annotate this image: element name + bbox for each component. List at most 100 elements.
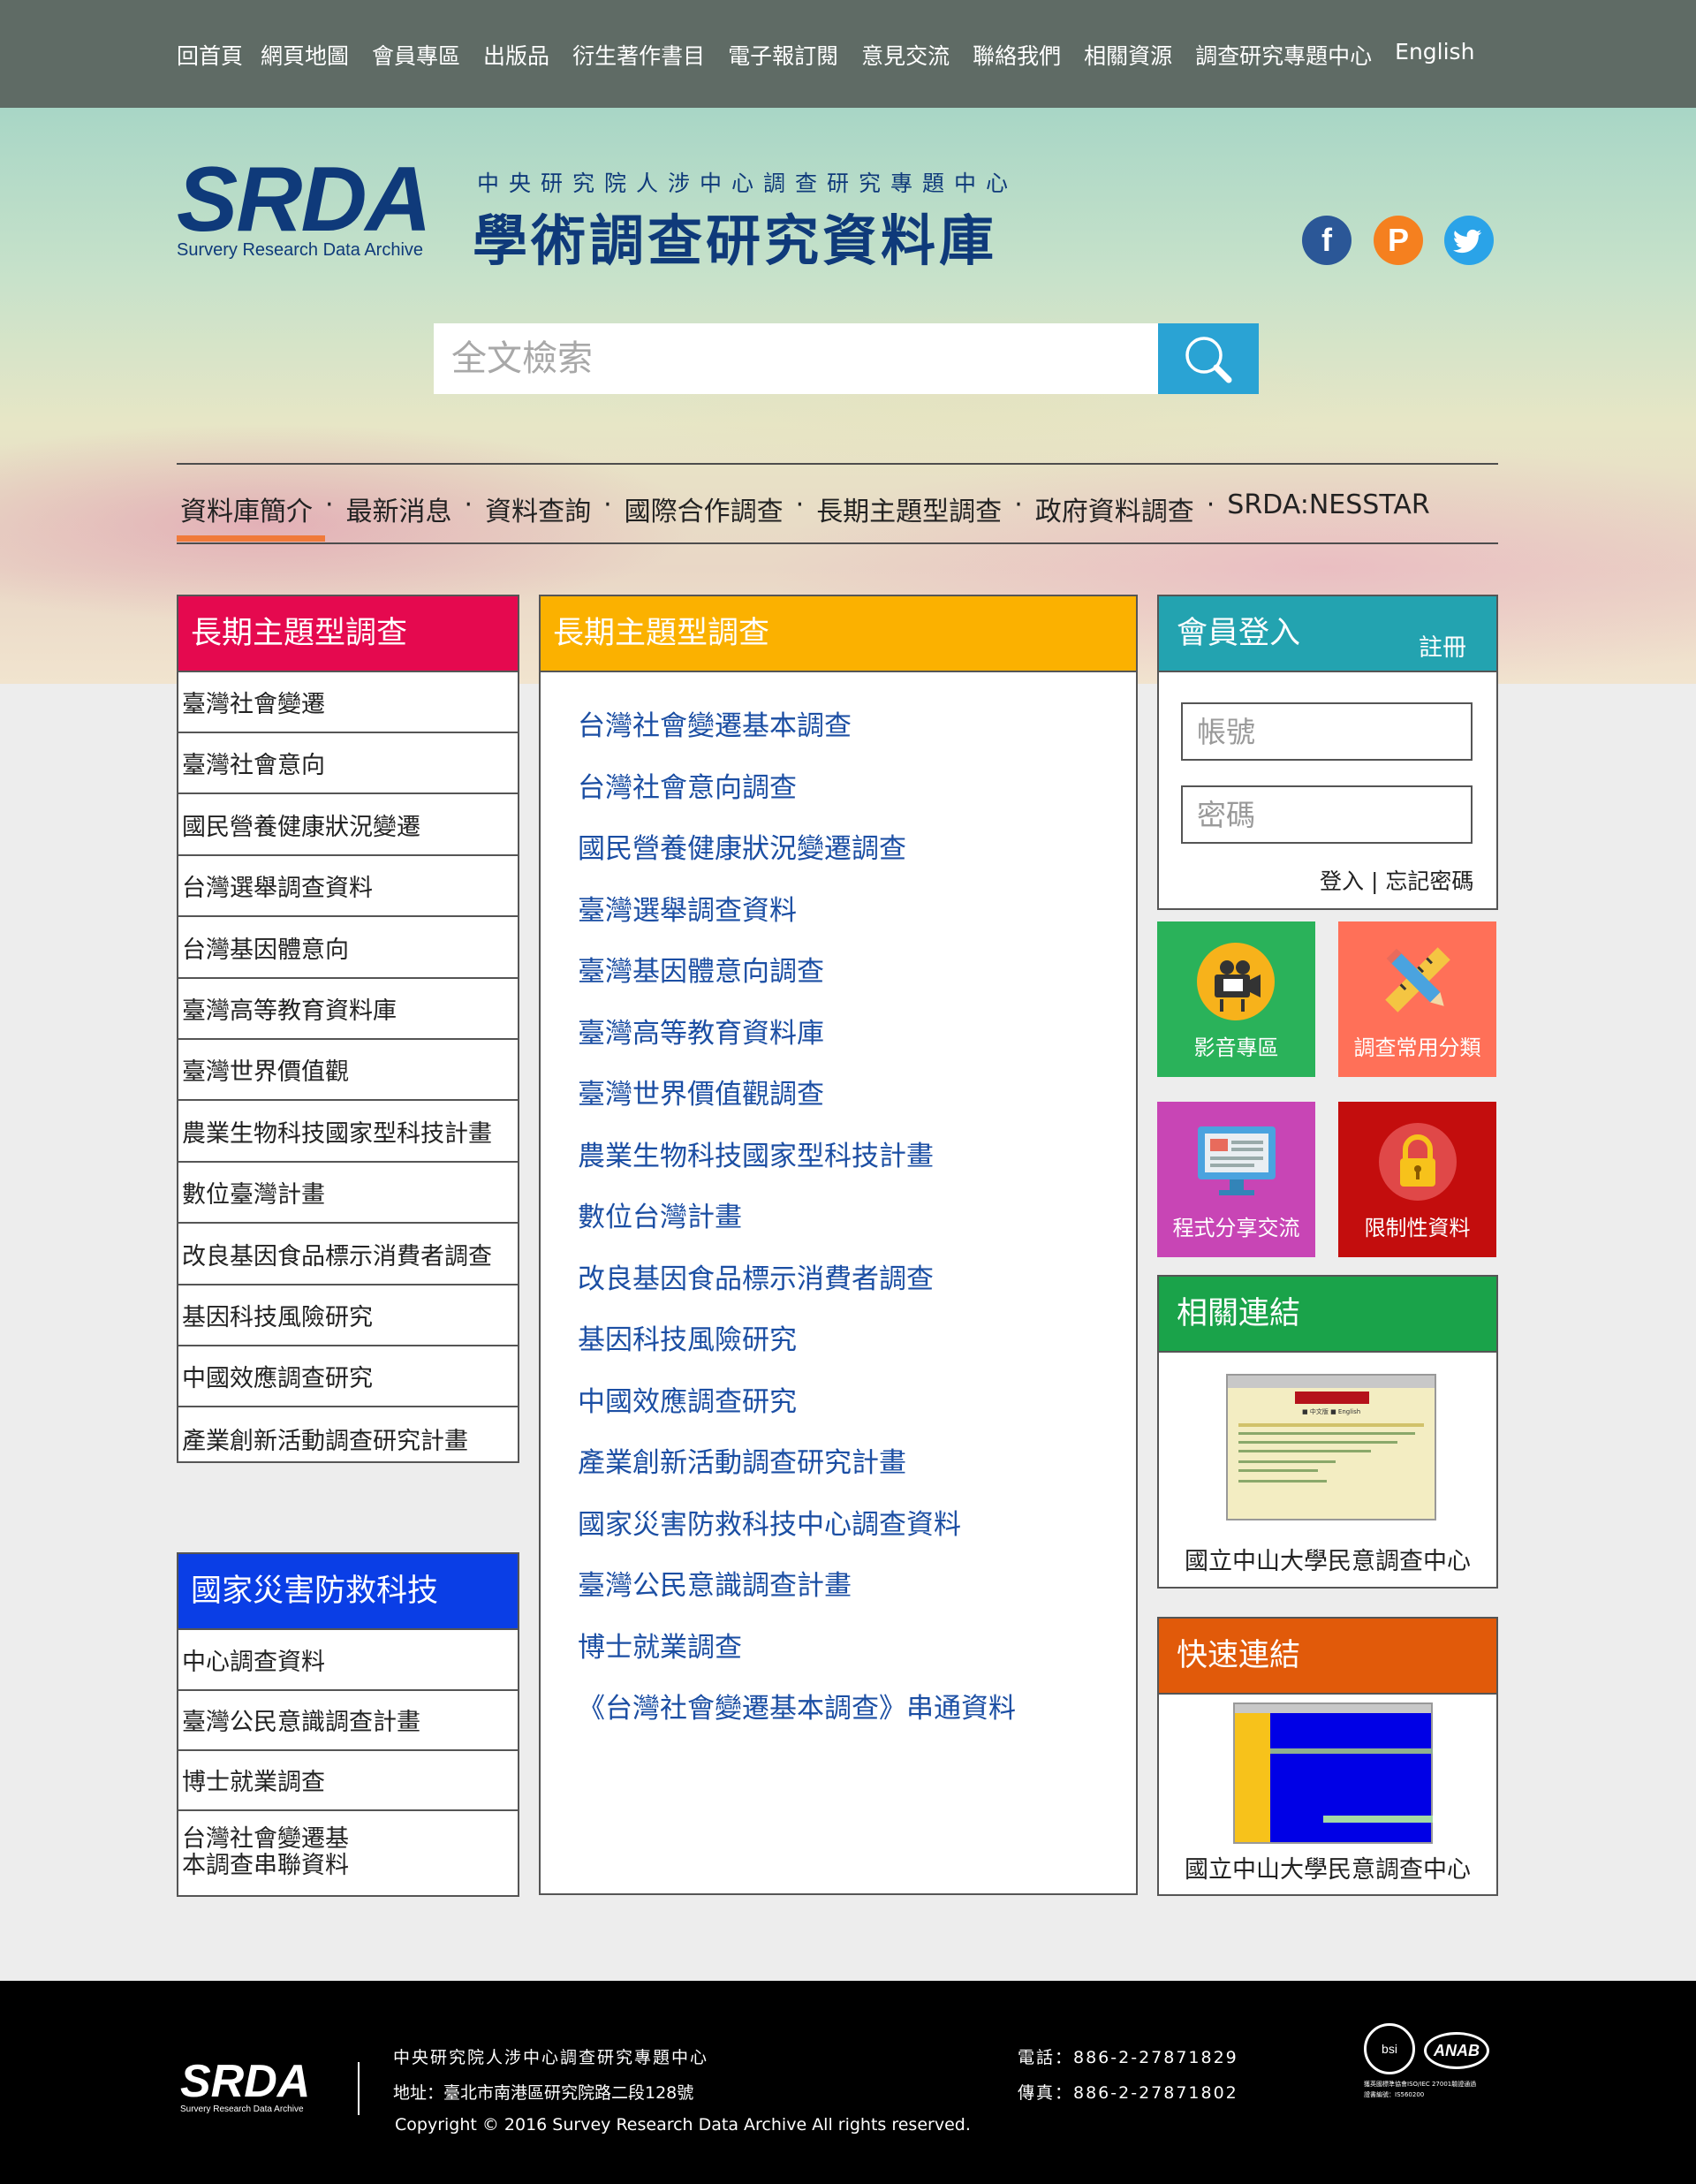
related-link-caption[interactable]: 國立中山大學民意調查中心 [1159,1542,1496,1576]
list-item[interactable]: 台灣基因體意向 [178,918,518,979]
list-item[interactable]: 台灣選舉調查資料 [178,856,518,918]
quick-links-title: 快速連結 [1157,1617,1498,1695]
related-link-thumbnail[interactable]: ■ 中文版 ■ English [1226,1374,1436,1520]
thumb-bar-1 [1270,1748,1433,1754]
thumb-line-1 [1238,1423,1424,1427]
list-item[interactable]: 農業生物科技國家型科技計畫 [178,1102,518,1163]
list-item[interactable]: 臺灣高等教育資料庫 [178,979,518,1040]
main-nav-separator: · [464,489,473,520]
top-nav-item[interactable]: 相關資源 [1084,39,1172,71]
top-nav-item[interactable]: 出版品 [483,39,549,71]
survey-link[interactable]: 博士就業調查 [578,1625,742,1665]
list-item[interactable]: 國民營養健康狀況變遷 [178,795,518,856]
survey-link[interactable]: 中國效應調查研究 [578,1379,797,1419]
search-input[interactable] [434,323,1158,394]
twitter-bird-icon [1453,229,1482,254]
list-item[interactable]: 基因科技風險研究 [178,1285,518,1346]
bsi-cert-icon: bsi [1364,2023,1415,2074]
top-nav-item[interactable]: 意見交流 [861,39,950,71]
survey-link[interactable]: 國民營養健康狀況變遷調查 [578,826,906,866]
main-nav-item[interactable]: 最新消息 [346,489,452,528]
list-item[interactable]: 中心調查資料 [178,1630,518,1691]
footer-address: 地址：臺北市南港區研究院路二段128號 [393,2083,694,2103]
list-item[interactable]: 中國效應調查研究 [178,1346,518,1408]
main-nav-separator: · [795,489,805,520]
survey-link[interactable]: 臺灣高等教育資料庫 [578,1011,824,1050]
quick-link-thumbnail[interactable] [1233,1702,1433,1844]
survey-link[interactable]: 農業生物科技國家型科技計畫 [578,1134,934,1173]
survey-link[interactable]: 國家災害防救科技中心調查資料 [578,1502,961,1542]
list-item[interactable]: 臺灣社會意向 [178,733,518,795]
top-nav-item[interactable]: 電子報訂閱 [728,39,838,71]
survey-link[interactable]: 產業創新活動調查研究計畫 [578,1440,906,1480]
list-item[interactable]: 博士就業調查 [178,1750,518,1811]
main-nav-item[interactable]: 政府資料調查 [1035,489,1194,528]
footer-org: 中央研究院人涉中心調查研究專題中心 [393,2048,709,2067]
tile-categories[interactable]: 調查常用分類 [1338,921,1496,1077]
anab-cert-icon: ANAB [1424,2032,1489,2069]
cert-note-1: 獲英國標準協會ISO/IEC 27001驗證通過 [1364,2081,1477,2088]
main-nav-item[interactable]: 國際合作調查 [625,489,784,528]
list-item-line: 台灣社會變遷基 [182,1825,349,1853]
logo-srda: SRDA [177,148,432,251]
main-nav-item[interactable]: 長期主題型調查 [816,489,1002,528]
survey-link[interactable]: 台灣社會意向調查 [578,765,797,805]
main-nav-item[interactable]: 資料查詢 [485,489,591,528]
top-nav-item[interactable]: 調查研究專題中心 [1195,39,1372,71]
top-nav-item[interactable]: 衍生著作書目 [572,39,705,71]
top-nav-item[interactable]: 回首頁 [177,39,243,71]
footer-logo-sub: Survery Research Data Archive [180,2104,304,2114]
logo-org-name: 中央研究院人涉中心調查研究專題中心 [477,171,1018,196]
thumb-line-6 [1238,1469,1318,1472]
list-item[interactable]: 臺灣社會變遷 [178,672,518,733]
footer-divider [358,2062,360,2115]
twitter-icon[interactable] [1444,216,1494,265]
thumb-side-banner [1235,1713,1270,1842]
list-item[interactable]: 臺灣公民意識調查計畫 [178,1690,518,1751]
tile-categories-label: 調查常用分類 [1353,1035,1481,1060]
login-link[interactable]: 登入 [1320,868,1364,894]
footer-logo: SRDA [180,2056,311,2107]
top-nav-item[interactable]: 聯絡我們 [973,39,1061,71]
tile-video-label: 影音專區 [1193,1035,1279,1060]
main-nav-separator: · [325,489,334,520]
thumb-heading: ■ 中文版 ■ English [1302,1408,1361,1415]
survey-link[interactable]: 數位台灣計畫 [578,1194,742,1234]
search-button[interactable] [1158,323,1259,394]
logo-chinese-title: 學術調查研究資料庫 [473,209,998,273]
facebook-icon[interactable]: f [1302,216,1352,265]
survey-link[interactable]: 臺灣世界價值觀調查 [578,1072,824,1111]
top-nav-item[interactable]: 會員專區 [372,39,460,71]
top-nav-item[interactable]: 網頁地圖 [261,39,349,71]
list-item[interactable]: 數位臺灣計畫 [178,1163,518,1225]
main-nav-items: 資料庫簡介 · 最新消息 · 資料查詢 · 國際合作調查 · 長期主題型調查 · 政府資料調查 · SR… [180,489,1430,528]
account-field[interactable] [1181,702,1473,761]
register-link[interactable]: 註冊 [1419,628,1466,663]
thumb-banner [1295,1392,1369,1404]
tile-video[interactable]: 影音專區 [1157,921,1315,1077]
active-tab-indicator [177,535,325,542]
top-nav-item[interactable]: English [1395,39,1474,71]
plurk-icon[interactable]: P [1374,216,1423,265]
thumb-bar-2 [1323,1816,1433,1823]
tile-programs[interactable]: 程式分享交流 [1157,1102,1315,1257]
related-links-panel: 相關連結 ■ 中文版 ■ English 國立中山大學民意調查中心 [1157,1275,1498,1589]
survey-link[interactable]: 台灣社會變遷基本調查 [578,703,852,743]
survey-link[interactable]: 改良基因食品標示消費者調查 [578,1256,934,1296]
quick-link-caption[interactable]: 國立中山大學民意調查中心 [1159,1850,1496,1884]
main-nav-item[interactable]: 資料庫簡介 [180,489,313,528]
list-item[interactable]: 產業創新活動調查研究計畫 [178,1408,518,1469]
survey-link[interactable]: 臺灣公民意識調查計畫 [578,1563,852,1603]
list-item[interactable]: 改良基因食品標示消費者調查 [178,1225,518,1285]
survey-link[interactable]: 臺灣基因體意向調查 [578,949,824,989]
list-item[interactable]: 台灣社會變遷基 本調查串聯資料 [178,1810,518,1895]
survey-link[interactable]: 臺灣選舉調查資料 [578,888,797,928]
tile-restricted[interactable]: 限制性資料 [1338,1102,1496,1257]
survey-link[interactable]: 基因科技風險研究 [578,1317,797,1357]
list-item[interactable]: 臺灣世界價值觀 [178,1040,518,1102]
survey-link[interactable]: 《台灣社會變遷基本調查》串通資料 [578,1686,1016,1725]
main-nav-item[interactable]: SRDA:NESSTAR [1227,489,1429,528]
site-logo[interactable]: SRDA Survery Research Data Archive [177,148,432,261]
forgot-password-link[interactable]: 忘記密碼 [1385,868,1473,894]
password-field[interactable] [1181,785,1473,844]
